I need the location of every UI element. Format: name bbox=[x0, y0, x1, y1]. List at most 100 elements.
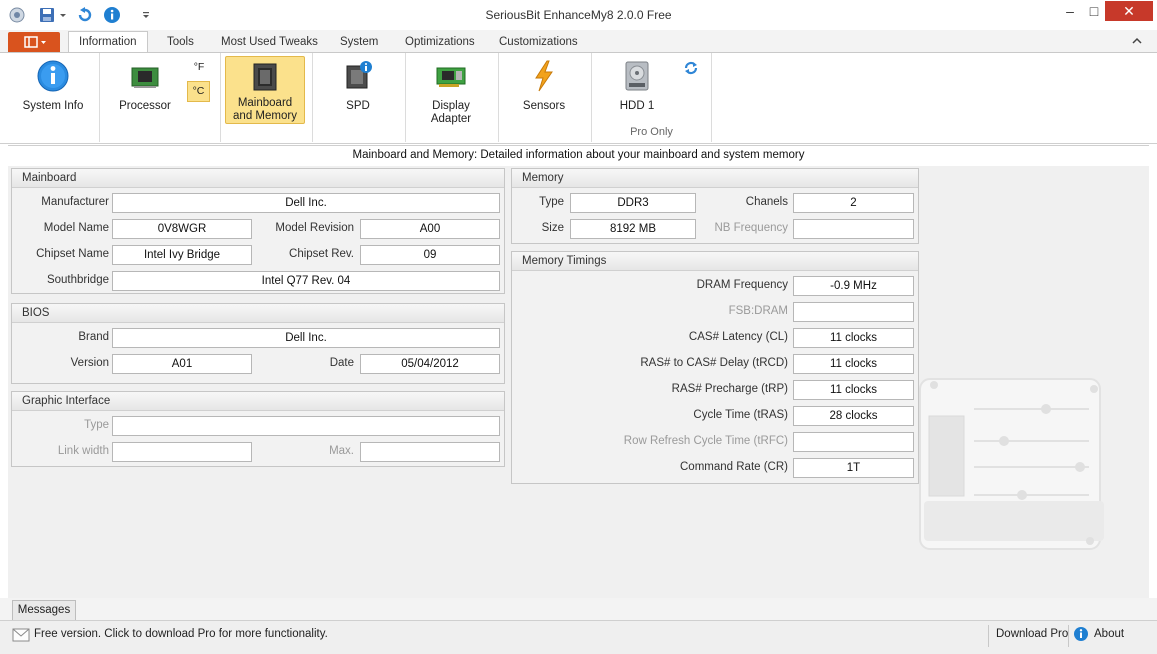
timing-label: DRAM Frequency bbox=[696, 279, 788, 291]
tab-customizations[interactable]: Customizations bbox=[489, 32, 588, 52]
chanels-field[interactable]: 2 bbox=[793, 193, 914, 213]
mainboard-memory-button[interactable]: Mainboard and Memory bbox=[225, 56, 305, 124]
mainboard-header: Mainboard bbox=[12, 169, 504, 188]
status-message[interactable]: Free version. Click to download Pro for … bbox=[34, 627, 328, 641]
status-bar: Free version. Click to download Pro for … bbox=[0, 620, 1157, 654]
model-name-label: Model Name bbox=[43, 222, 109, 234]
chanels-label: Chanels bbox=[745, 196, 788, 208]
ribbon-group-spd: SPD bbox=[313, 53, 406, 142]
minimize-icon[interactable]: – bbox=[1056, 1, 1084, 21]
chipset-rev-label: Chipset Rev. bbox=[289, 248, 354, 260]
timing-value-field[interactable]: 28 clocks bbox=[793, 406, 914, 426]
timing-label: CAS# Latency (CL) bbox=[688, 331, 788, 343]
model-revision-label: Model Revision bbox=[275, 222, 354, 234]
type-label: Type bbox=[84, 419, 109, 431]
about-info-icon[interactable] bbox=[1073, 626, 1089, 642]
brand-field[interactable]: Dell Inc. bbox=[112, 328, 500, 348]
refresh-icon[interactable] bbox=[682, 59, 700, 77]
timing-value-field[interactable]: -0.9 MHz bbox=[793, 276, 914, 296]
processor-icon bbox=[131, 67, 159, 88]
manufacturer-field[interactable]: Dell Inc. bbox=[112, 193, 500, 213]
timing-value-field[interactable]: 11 clocks bbox=[793, 380, 914, 400]
southbridge-label: Southbridge bbox=[46, 274, 109, 286]
memory-size-label: Size bbox=[541, 222, 564, 234]
info-strip: Mainboard and Memory: Detailed informati… bbox=[8, 145, 1149, 167]
display-adapter-icon bbox=[436, 67, 466, 87]
nb-frequency-field[interactable] bbox=[793, 219, 914, 239]
system-info-button[interactable]: System Info bbox=[12, 59, 94, 119]
timing-value-field[interactable] bbox=[793, 302, 914, 322]
memory-size-field[interactable]: 8192 MB bbox=[570, 219, 696, 239]
maximize-icon[interactable]: □ bbox=[1084, 1, 1104, 21]
chipset-name-label: Chipset Name bbox=[36, 248, 109, 260]
fahrenheit-toggle[interactable]: °F bbox=[188, 61, 210, 75]
content-area: Mainboard Manufacturer Dell Inc. Model N… bbox=[8, 166, 1149, 598]
pro-only-label: Pro Only bbox=[630, 126, 673, 138]
timing-label: Cycle Time (tRAS) bbox=[693, 409, 788, 421]
graphic-type-field[interactable] bbox=[112, 416, 500, 436]
ribbon-group-hdd: HDD 1 Pro Only bbox=[592, 53, 712, 142]
close-icon[interactable]: ✕ bbox=[1105, 1, 1153, 21]
hdd-button[interactable]: HDD 1 bbox=[600, 59, 674, 119]
timing-value-field[interactable]: 11 clocks bbox=[793, 354, 914, 374]
max-field[interactable] bbox=[360, 442, 500, 462]
timing-label: FSB:DRAM bbox=[728, 305, 788, 317]
chipset-rev-field[interactable]: 09 bbox=[360, 245, 500, 265]
model-revision-field[interactable]: A00 bbox=[360, 219, 500, 239]
sensors-button[interactable]: Sensors bbox=[507, 59, 581, 119]
status-separator bbox=[1068, 625, 1069, 647]
messages-tab[interactable]: Messages bbox=[12, 600, 76, 620]
max-label: Max. bbox=[329, 445, 354, 457]
spd-icon bbox=[346, 61, 372, 89]
ribbon-group-display: Display Adapter bbox=[406, 53, 499, 142]
hdd-icon bbox=[625, 61, 649, 91]
tab-optimizations[interactable]: Optimizations bbox=[395, 32, 485, 52]
spd-button[interactable]: SPD bbox=[321, 59, 395, 119]
window-title: SeriousBit EnhanceMy8 2.0.0 Free bbox=[485, 8, 672, 22]
model-name-field[interactable]: 0V8WGR bbox=[112, 219, 252, 239]
about-link[interactable]: About bbox=[1094, 627, 1124, 641]
date-label: Date bbox=[329, 357, 354, 369]
memory-header: Memory bbox=[512, 169, 918, 188]
memory-type-field[interactable]: DDR3 bbox=[570, 193, 696, 213]
tab-tools[interactable]: Tools bbox=[157, 32, 204, 52]
system-info-icon bbox=[37, 60, 69, 92]
display-adapter-button[interactable]: Display Adapter bbox=[414, 59, 488, 125]
southbridge-field[interactable]: Intel Q77 Rev. 04 bbox=[112, 271, 500, 291]
status-separator bbox=[988, 625, 989, 647]
bios-header: BIOS bbox=[12, 304, 504, 323]
link-width-field[interactable] bbox=[112, 442, 252, 462]
nb-frequency-label: NB Frequency bbox=[714, 222, 788, 234]
memory-timings-header: Memory Timings bbox=[512, 252, 918, 271]
memory-panel: Memory Type DDR3 Chanels 2 Size 8192 MB … bbox=[511, 168, 919, 244]
memory-type-label: Type bbox=[539, 196, 564, 208]
ribbon-tabs: Information Tools Most Used Tweaks Syste… bbox=[0, 30, 1157, 53]
tab-most-used-tweaks[interactable]: Most Used Tweaks bbox=[211, 32, 328, 52]
processor-button[interactable]: Processor bbox=[108, 59, 182, 119]
brand-label: Brand bbox=[78, 331, 109, 343]
download-pro-link[interactable]: Download Pro bbox=[996, 627, 1068, 641]
chipset-name-field[interactable]: Intel Ivy Bridge bbox=[112, 245, 252, 265]
title-bar: SeriousBit EnhanceMy8 2.0.0 Free – □ ✕ bbox=[0, 0, 1157, 31]
messages-bar bbox=[0, 598, 1157, 620]
collapse-ribbon-icon[interactable] bbox=[1130, 34, 1144, 48]
mainboard-panel: Mainboard Manufacturer Dell Inc. Model N… bbox=[11, 168, 505, 294]
timing-label: Row Refresh Cycle Time (tRFC) bbox=[623, 435, 788, 447]
ribbon-group-processor: Processor °F °C bbox=[100, 53, 221, 142]
timing-label: RAS# Precharge (tRP) bbox=[671, 383, 788, 395]
manufacturer-label: Manufacturer bbox=[41, 196, 109, 208]
version-label: Version bbox=[70, 357, 109, 369]
graphic-interface-header: Graphic Interface bbox=[12, 392, 504, 411]
tab-information[interactable]: Information bbox=[68, 31, 148, 53]
version-field[interactable]: A01 bbox=[112, 354, 252, 374]
celsius-toggle[interactable]: °C bbox=[187, 81, 210, 102]
timing-value-field[interactable] bbox=[793, 432, 914, 452]
file-menu-button[interactable] bbox=[8, 32, 60, 52]
timing-value-field[interactable]: 11 clocks bbox=[793, 328, 914, 348]
tab-system[interactable]: System bbox=[330, 32, 388, 52]
date-field[interactable]: 05/04/2012 bbox=[360, 354, 500, 374]
settings-watermark-icon bbox=[919, 378, 1104, 550]
timing-label: Command Rate (CR) bbox=[680, 461, 788, 473]
timing-value-field[interactable]: 1T bbox=[793, 458, 914, 478]
ribbon-group-mainboard: Mainboard and Memory bbox=[221, 53, 313, 142]
